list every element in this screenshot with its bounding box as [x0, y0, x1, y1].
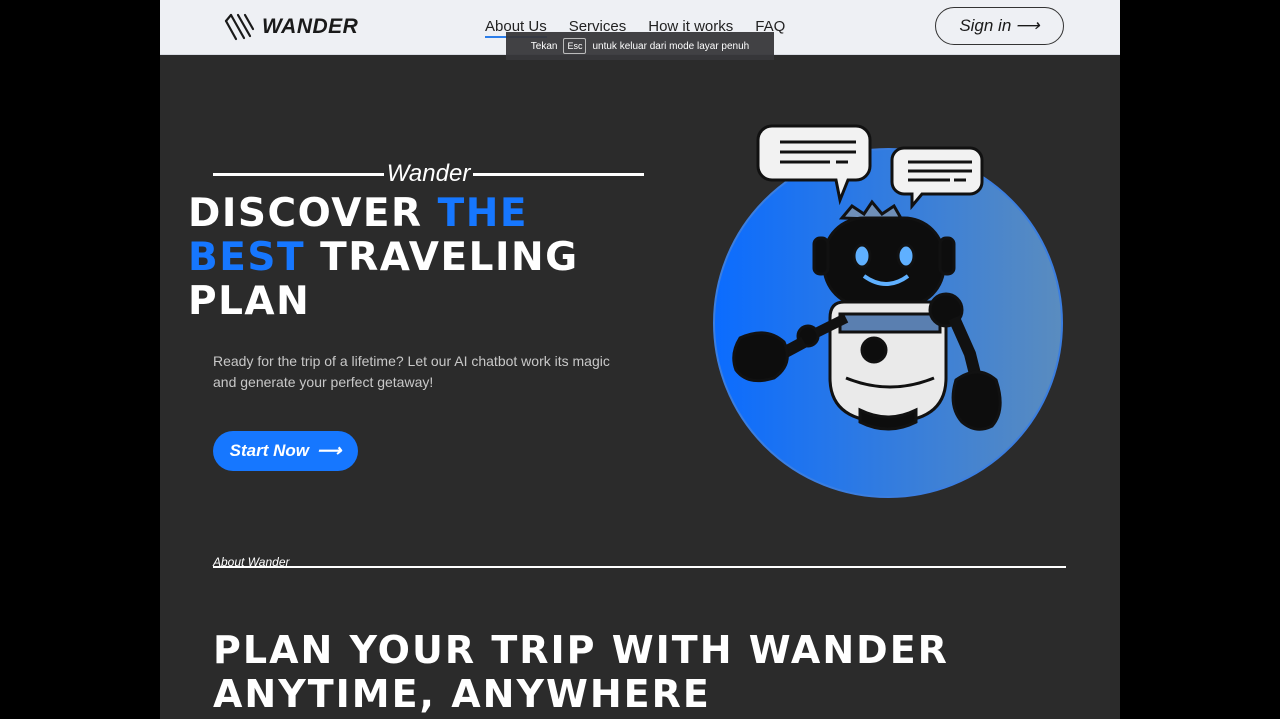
hero-description: Ready for the trip of a lifetime? Let ou…: [213, 353, 610, 390]
robot-chatbot-illustration: [713, 124, 1063, 498]
wander-logo-icon: [224, 13, 255, 41]
start-now-button[interactable]: Start Now ⟶: [213, 431, 358, 471]
esc-key-badge: Esc: [563, 38, 587, 54]
logo-text: WANDER: [262, 15, 359, 38]
fullscreen-exit-toast: Tekan Esc untuk keluar dari mode layar p…: [506, 32, 774, 60]
eyebrow-text: Wander: [386, 160, 471, 187]
sign-in-button[interactable]: Sign in ⟶: [935, 7, 1064, 45]
toast-suffix: untuk keluar dari mode layar penuh: [592, 40, 750, 52]
eyebrow-line-left: [213, 172, 384, 176]
landing-page: WANDER About Us Services How it works FA…: [160, 0, 1120, 719]
sign-in-label: Sign in: [959, 16, 1012, 35]
arrow-right-icon: ⟶: [1015, 16, 1040, 35]
hero-headline: DISCOVER THE BEST TRAVELING PLAN: [188, 192, 648, 324]
arrow-right-icon: ⟶: [316, 441, 342, 460]
about-divider: [213, 566, 1066, 568]
logo[interactable]: WANDER: [222, 11, 358, 43]
start-now-label: Start Now: [229, 441, 309, 460]
about-heading: PLAN YOUR TRIP WITH WANDER ANYTIME, ANYW…: [213, 628, 949, 716]
hero-eyebrow: Wander: [213, 160, 645, 188]
headline-part1: DISCOVER: [188, 191, 438, 236]
toast-prefix: Tekan: [530, 40, 558, 52]
eyebrow-line-right: [473, 172, 645, 176]
